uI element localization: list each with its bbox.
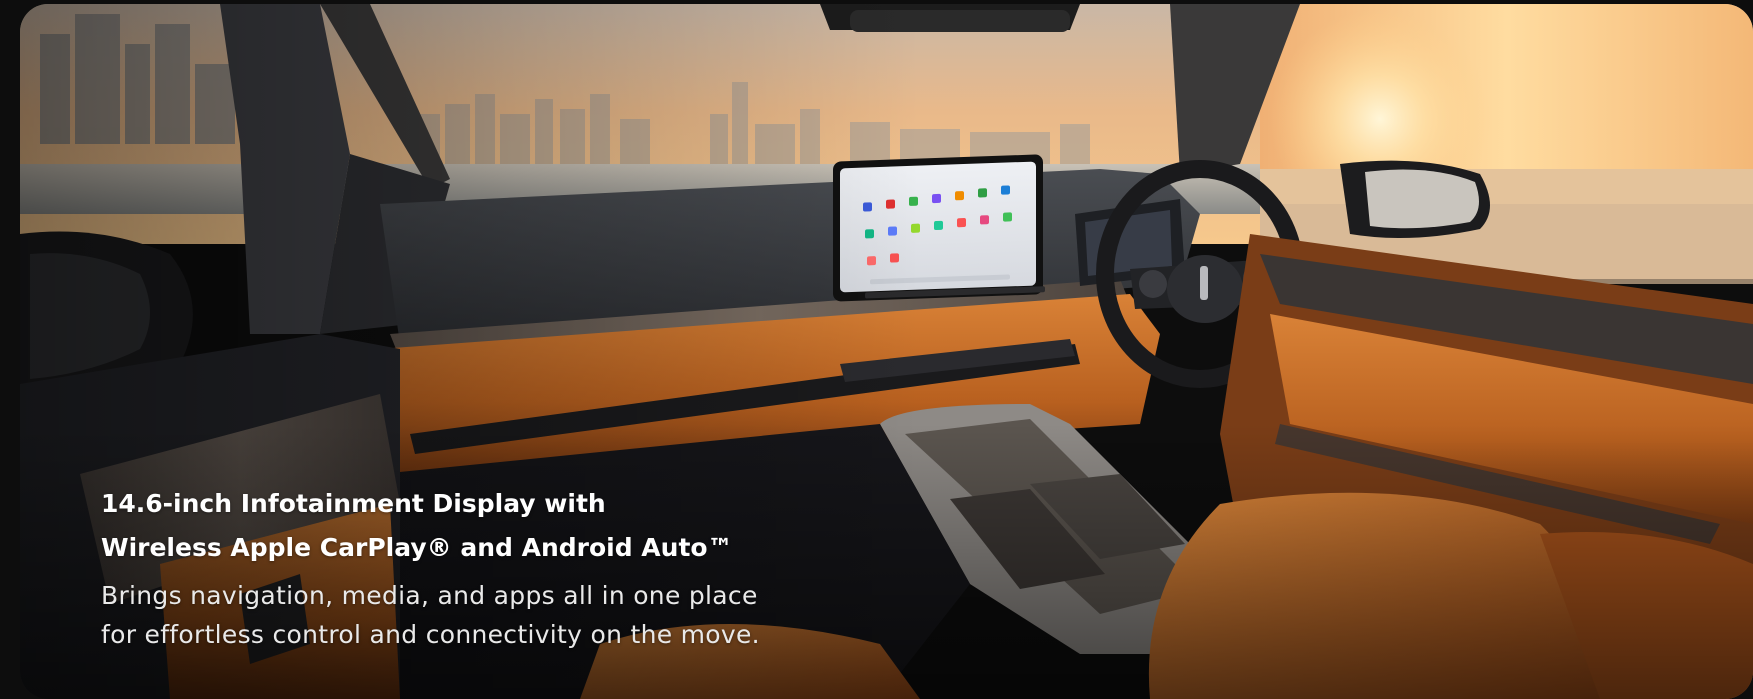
feature-caption: 14.6-inch Infotainment Display with Wire… [101,482,861,654]
description-line-1: Brings navigation, media, and apps all i… [101,581,758,610]
headline-line-2: Wireless Apple CarPlay® and Android Auto… [101,533,733,562]
feature-headline: 14.6-inch Infotainment Display with Wire… [101,482,861,570]
feature-description: Brings navigation, media, and apps all i… [101,576,861,654]
description-line-2: for effortless control and connectivity … [101,620,760,649]
headline-line-1: 14.6-inch Infotainment Display with [101,489,606,518]
feature-card: 14.6-inch Infotainment Display with Wire… [20,4,1753,699]
